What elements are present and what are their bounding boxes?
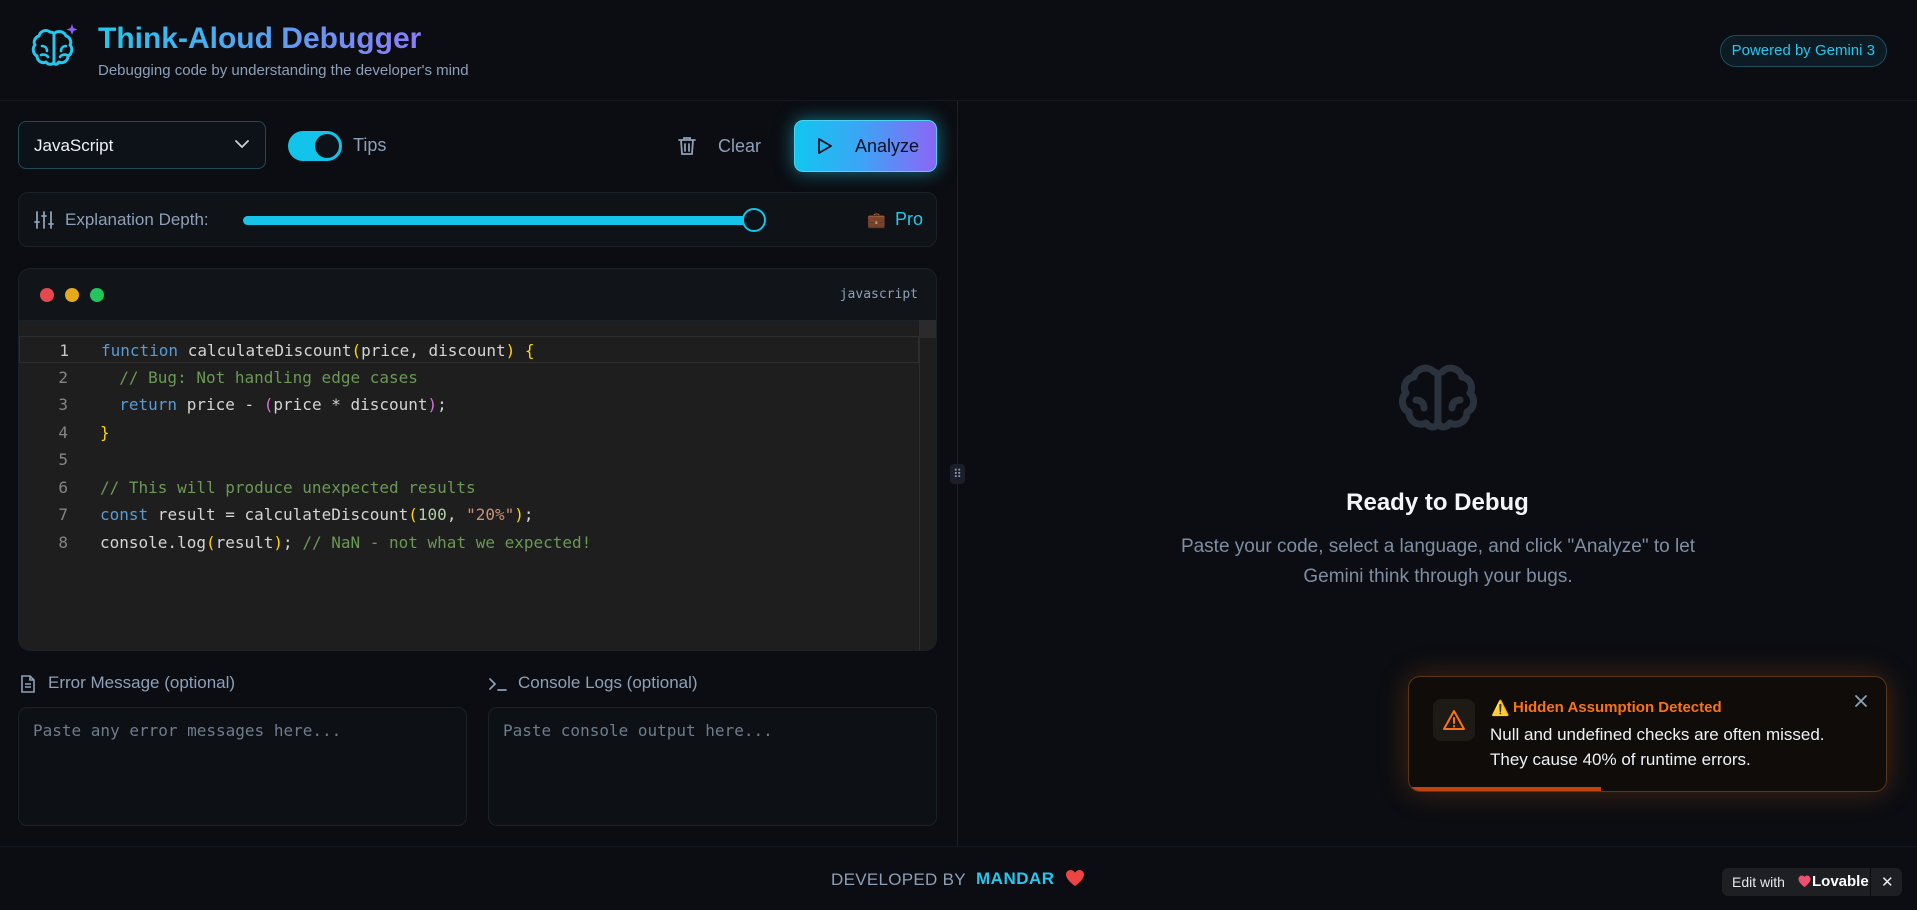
code-line[interactable]: 1 function calculateDiscount(price, disco…	[19, 336, 919, 363]
lovable-heart-icon	[1798, 875, 1811, 887]
powered-by-badge: Powered by Gemini 3	[1719, 35, 1887, 67]
tips-label: Tips	[353, 135, 387, 155]
play-icon	[818, 138, 832, 154]
code-line[interactable]: 2 // Bug: Not handling edge cases	[19, 364, 919, 391]
window-dot-yellow	[65, 288, 79, 302]
brain-sparkle-icon	[31, 24, 78, 66]
line-number: 8	[58, 532, 68, 552]
code-text: }	[100, 422, 110, 442]
scrollbar-thumb[interactable]	[920, 320, 936, 338]
code-text: // This will produce unexpected results	[100, 477, 476, 497]
code-line[interactable]: 6 // This will produce unexpected results	[19, 474, 919, 501]
window-dot-red	[40, 288, 54, 302]
explanation-depth-panel: Explanation Depth: 💼 Pro	[18, 192, 937, 247]
code-text: console.log(result); // NaN - not what w…	[100, 532, 592, 552]
analyze-button-label: Analyze	[855, 136, 920, 156]
code-area[interactable]: 1 function calculateDiscount(price, disco…	[19, 320, 936, 650]
brain-icon	[1398, 364, 1478, 431]
edit-with-label: Edit with	[1732, 874, 1785, 890]
line-number: 1	[59, 341, 69, 360]
code-editor: javascript 1 function calculateDiscount(p…	[18, 268, 937, 651]
depth-slider-thumb[interactable]	[742, 208, 766, 232]
badge-separator	[1870, 868, 1871, 896]
line-number: 3	[58, 395, 68, 414]
code-text: function calculateDiscount(price, discou…	[101, 341, 535, 360]
analyze-button[interactable]: Analyze	[794, 120, 937, 172]
app-title: Think-Aloud Debugger	[98, 22, 422, 55]
code-line[interactable]: 7 const result = calculateDiscount(100, "…	[19, 501, 919, 528]
depth-slider-track[interactable]	[243, 216, 761, 225]
empty-state-text: Paste your code, select a language, and …	[1180, 536, 1696, 587]
trash-icon	[678, 137, 696, 155]
code-text: // Bug: Not handling edge cases	[119, 367, 418, 387]
code-line[interactable]: 5	[19, 446, 919, 473]
editor-titlebar: javascript	[19, 269, 936, 321]
depth-level-label: Pro	[895, 209, 924, 229]
console-logs-placeholder: Paste console output here...	[503, 721, 773, 740]
error-message-placeholder: Paste any error messages here...	[33, 721, 342, 740]
chevron-down-icon	[235, 140, 249, 149]
heart-icon	[1066, 870, 1084, 886]
terminal-icon	[489, 678, 507, 691]
console-logs-label: Console Logs (optional)	[518, 673, 698, 692]
toast-title: Hidden Assumption Detected	[1513, 699, 1722, 716]
editor-language-tag: javascript	[839, 287, 918, 302]
lovable-brand: Lovable	[1812, 873, 1869, 890]
error-message-label: Error Message (optional)	[48, 673, 236, 692]
code-text: return price - (price * discount);	[119, 395, 447, 414]
briefcase-icon: 💼	[867, 212, 886, 229]
language-select[interactable]: JavaScript	[18, 121, 266, 169]
line-number: 5	[58, 450, 68, 469]
close-badge-icon[interactable]: ✕	[1881, 873, 1894, 891]
toast-message: Null and undefined checks are often miss…	[1490, 725, 1825, 769]
toast-icon-box	[1433, 699, 1475, 741]
warning-emoji-icon: ⚠️	[1491, 700, 1510, 717]
line-number: 6	[58, 477, 68, 497]
toggle-knob	[315, 134, 339, 158]
error-message-input[interactable]: Paste any error messages here...	[18, 707, 467, 826]
developer-name: MANDAR	[976, 869, 1055, 888]
app-subtitle: Debugging code by understanding the deve…	[98, 62, 469, 79]
line-number: 7	[58, 505, 68, 524]
code-line[interactable]: 3 return price - (price * discount);	[19, 391, 919, 418]
language-select-value: JavaScript	[34, 136, 114, 155]
clear-button-label: Clear	[718, 136, 762, 156]
tips-toggle[interactable]	[288, 131, 342, 161]
console-logs-input[interactable]: Paste console output here...	[488, 707, 937, 826]
sliders-icon	[34, 211, 54, 229]
toast-progress-bar	[1409, 787, 1601, 791]
developed-by-label: DEVELOPED BY	[831, 870, 966, 889]
tip-toast: ⚠️ Hidden Assumption Detected Null and u…	[1408, 676, 1887, 792]
line-number: 4	[58, 422, 68, 442]
edit-with-lovable-badge[interactable]: Edit with Lovable ✕	[1722, 868, 1902, 896]
code-line[interactable]: 4}	[19, 419, 919, 446]
editor-scrollbar[interactable]	[919, 320, 936, 650]
window-dot-green	[90, 288, 104, 302]
line-number: 2	[58, 367, 68, 387]
explanation-depth-label: Explanation Depth:	[65, 210, 209, 229]
code-line[interactable]: 8 console.log(result); // NaN - not what …	[19, 529, 919, 556]
file-text-icon	[21, 675, 35, 693]
footer: DEVELOPED BY MANDAR	[0, 846, 1917, 910]
close-icon[interactable]	[1852, 692, 1870, 710]
empty-state-title: Ready to Debug	[1346, 489, 1529, 516]
app-header: Think-Aloud Debugger Debugging code by u…	[0, 0, 1917, 101]
warning-icon	[1443, 710, 1465, 730]
code-text: const result = calculateDiscount(100, "2…	[100, 505, 534, 524]
clear-button[interactable]: Clear	[672, 126, 772, 166]
